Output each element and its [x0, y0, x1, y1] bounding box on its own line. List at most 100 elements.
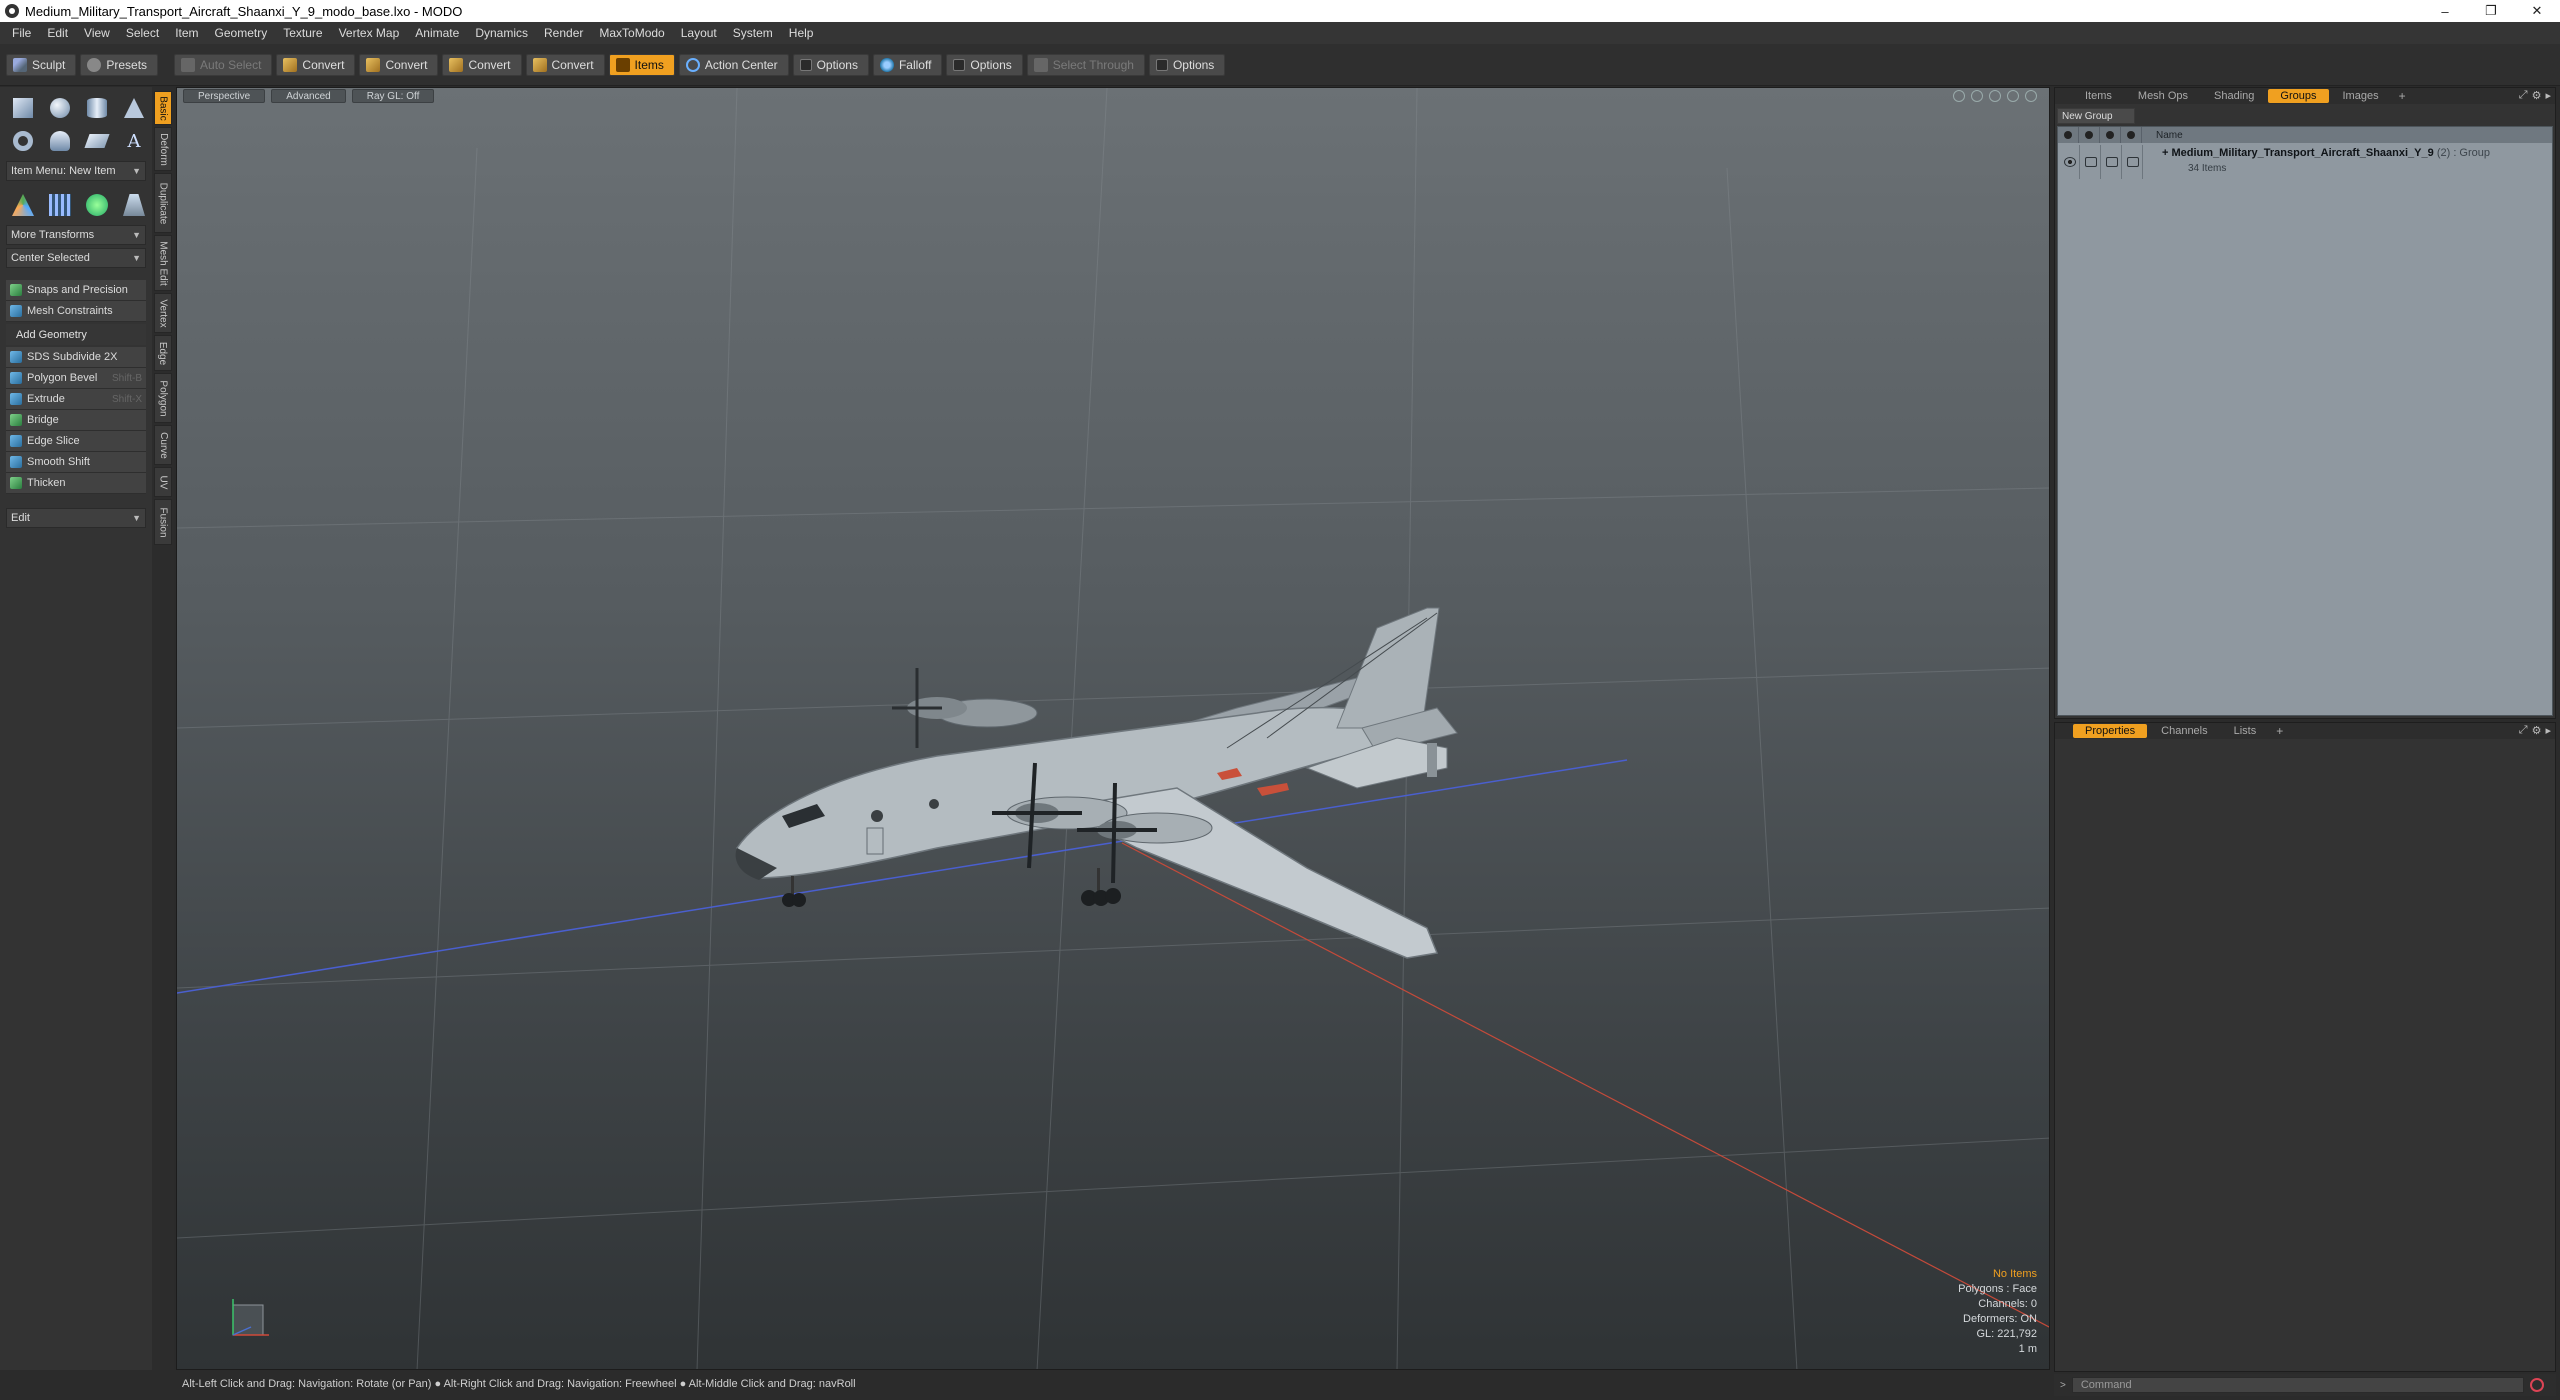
- menu-texture[interactable]: Texture: [275, 26, 330, 40]
- zoom-view-icon[interactable]: [1989, 90, 2001, 102]
- add-tab-icon[interactable]: +: [2270, 724, 2289, 738]
- vtab-polygon[interactable]: Polygon: [154, 373, 172, 423]
- menu-help[interactable]: Help: [781, 26, 822, 40]
- perspective-tab[interactable]: Perspective: [183, 89, 266, 103]
- arrow-right-icon[interactable]: ▸: [2545, 724, 2551, 737]
- vtab-duplicate[interactable]: Duplicate: [154, 173, 172, 233]
- visibility-column[interactable]: [2058, 127, 2079, 143]
- vtab-mesh-edit[interactable]: Mesh Edit: [154, 235, 172, 291]
- lock-toggle-icon[interactable]: [2106, 157, 2118, 167]
- item-menu-dropdown[interactable]: Item Menu: New Item ▼: [6, 161, 146, 181]
- expand-icon[interactable]: ⤢: [2519, 89, 2528, 102]
- render-column[interactable]: [2079, 127, 2100, 143]
- convert-vertices-button[interactable]: Convert: [276, 53, 356, 76]
- menu-dynamics[interactable]: Dynamics: [467, 26, 536, 40]
- tab-images[interactable]: Images: [2331, 89, 2391, 103]
- center-selected-dropdown[interactable]: Center Selected ▼: [6, 248, 146, 268]
- more-transforms-dropdown[interactable]: More Transforms ▼: [6, 225, 146, 245]
- select-through-options-button[interactable]: Options: [1148, 53, 1226, 76]
- menu-layout[interactable]: Layout: [673, 26, 725, 40]
- auto-select-button[interactable]: Auto Select: [174, 53, 273, 76]
- presets-button[interactable]: Presets: [80, 53, 159, 76]
- tab-lists[interactable]: Lists: [2222, 724, 2269, 738]
- close-button[interactable]: ✕: [2514, 0, 2560, 22]
- scale-tool[interactable]: [117, 190, 151, 220]
- maximize-button[interactable]: ❐: [2468, 0, 2514, 22]
- text-tool[interactable]: A: [117, 126, 151, 156]
- tab-mesh-ops[interactable]: Mesh Ops: [2126, 89, 2200, 103]
- grid-tool[interactable]: [43, 190, 77, 220]
- move-tool[interactable]: [6, 190, 40, 220]
- menu-render[interactable]: Render: [536, 26, 591, 40]
- advanced-tab[interactable]: Advanced: [271, 89, 346, 103]
- menu-geometry[interactable]: Geometry: [207, 26, 276, 40]
- vtab-vertex[interactable]: Vertex: [154, 293, 172, 333]
- minimize-button[interactable]: –: [2422, 0, 2468, 22]
- edit-dropdown[interactable]: Edit ▼: [6, 508, 146, 528]
- tab-properties[interactable]: Properties: [2073, 724, 2148, 738]
- tab-shading[interactable]: Shading: [2202, 89, 2266, 103]
- vtab-deform[interactable]: Deform: [154, 127, 172, 171]
- tab-items[interactable]: Items: [2073, 89, 2124, 103]
- action-center-options-button[interactable]: Options: [792, 53, 869, 76]
- render-toggle-icon[interactable]: [2085, 157, 2097, 167]
- cube-tool[interactable]: [6, 93, 40, 123]
- action-center-button[interactable]: Action Center: [678, 53, 789, 76]
- fit-view-icon[interactable]: [1953, 90, 1965, 102]
- menu-system[interactable]: System: [725, 26, 781, 40]
- 3d-viewport[interactable]: Perspective Advanced Ray GL: Off No Item…: [176, 87, 2050, 1370]
- record-icon[interactable]: [2529, 1378, 2544, 1392]
- vtab-basic[interactable]: Basic: [154, 91, 172, 125]
- convert-edges-button[interactable]: Convert: [359, 53, 439, 76]
- capsule-tool[interactable]: [43, 126, 77, 156]
- menu-vertex-map[interactable]: Vertex Map: [331, 26, 408, 40]
- falloff-button[interactable]: Falloff: [872, 53, 943, 76]
- eye-icon[interactable]: [2064, 157, 2076, 167]
- add-geometry-header[interactable]: Add Geometry: [6, 324, 146, 345]
- items-mode-button[interactable]: Items: [608, 53, 675, 76]
- sds-subdivide-button[interactable]: SDS Subdivide 2X: [6, 347, 146, 368]
- thicken-button[interactable]: Thicken: [6, 473, 146, 494]
- name-column-header[interactable]: Name: [2142, 130, 2183, 141]
- polygon-bevel-button[interactable]: Polygon Bevel Shift-B: [6, 368, 146, 389]
- plane-tool[interactable]: [80, 126, 114, 156]
- gear-icon[interactable]: ⚙: [2532, 724, 2542, 737]
- table-row[interactable]: + Medium_Military_Transport_Aircraft_Sha…: [2058, 145, 2552, 179]
- convert-materials-button[interactable]: Convert: [525, 53, 605, 76]
- falloff-options-button[interactable]: Options: [946, 53, 1023, 76]
- gear-icon[interactable]: ⚙: [2532, 89, 2542, 102]
- sphere-tool[interactable]: [43, 93, 77, 123]
- arrow-right-icon[interactable]: ▸: [2545, 89, 2551, 102]
- menu-file[interactable]: File: [4, 26, 39, 40]
- vtab-fusion[interactable]: Fusion: [154, 499, 172, 545]
- select-through-button[interactable]: Select Through: [1026, 53, 1145, 76]
- extrude-button[interactable]: Extrude Shift-X: [6, 389, 146, 410]
- select-toggle-icon[interactable]: [2127, 157, 2139, 167]
- tab-groups[interactable]: Groups: [2268, 89, 2329, 103]
- edge-slice-button[interactable]: Edge Slice: [6, 431, 146, 452]
- menu-select[interactable]: Select: [118, 26, 167, 40]
- expand-icon[interactable]: ⤢: [2519, 724, 2528, 737]
- select-column[interactable]: [2121, 127, 2142, 143]
- tab-channels[interactable]: Channels: [2149, 724, 2219, 738]
- lock-column[interactable]: [2100, 127, 2121, 143]
- sculpt-button[interactable]: Sculpt: [6, 53, 77, 76]
- convert-polygons-button[interactable]: Convert: [442, 53, 522, 76]
- rotate-view-icon[interactable]: [1971, 90, 1983, 102]
- menu-item[interactable]: Item: [167, 26, 206, 40]
- torus-tool[interactable]: [6, 126, 40, 156]
- snaps-precision-button[interactable]: Snaps and Precision: [6, 280, 146, 301]
- vtab-uv[interactable]: UV: [154, 467, 172, 497]
- bridge-button[interactable]: Bridge: [6, 410, 146, 431]
- mesh-constraints-button[interactable]: Mesh Constraints: [6, 301, 146, 322]
- vtab-curve[interactable]: Curve: [154, 425, 172, 465]
- smooth-shift-button[interactable]: Smooth Shift: [6, 452, 146, 473]
- vtab-edge[interactable]: Edge: [154, 335, 172, 371]
- rotate-tool[interactable]: [80, 190, 114, 220]
- add-tab-icon[interactable]: +: [2393, 89, 2412, 103]
- raygl-tab[interactable]: Ray GL: Off: [351, 89, 435, 103]
- menu-animate[interactable]: Animate: [407, 26, 467, 40]
- menu-view[interactable]: View: [76, 26, 118, 40]
- pan-view-icon[interactable]: [2007, 90, 2019, 102]
- cone-tool[interactable]: [117, 93, 151, 123]
